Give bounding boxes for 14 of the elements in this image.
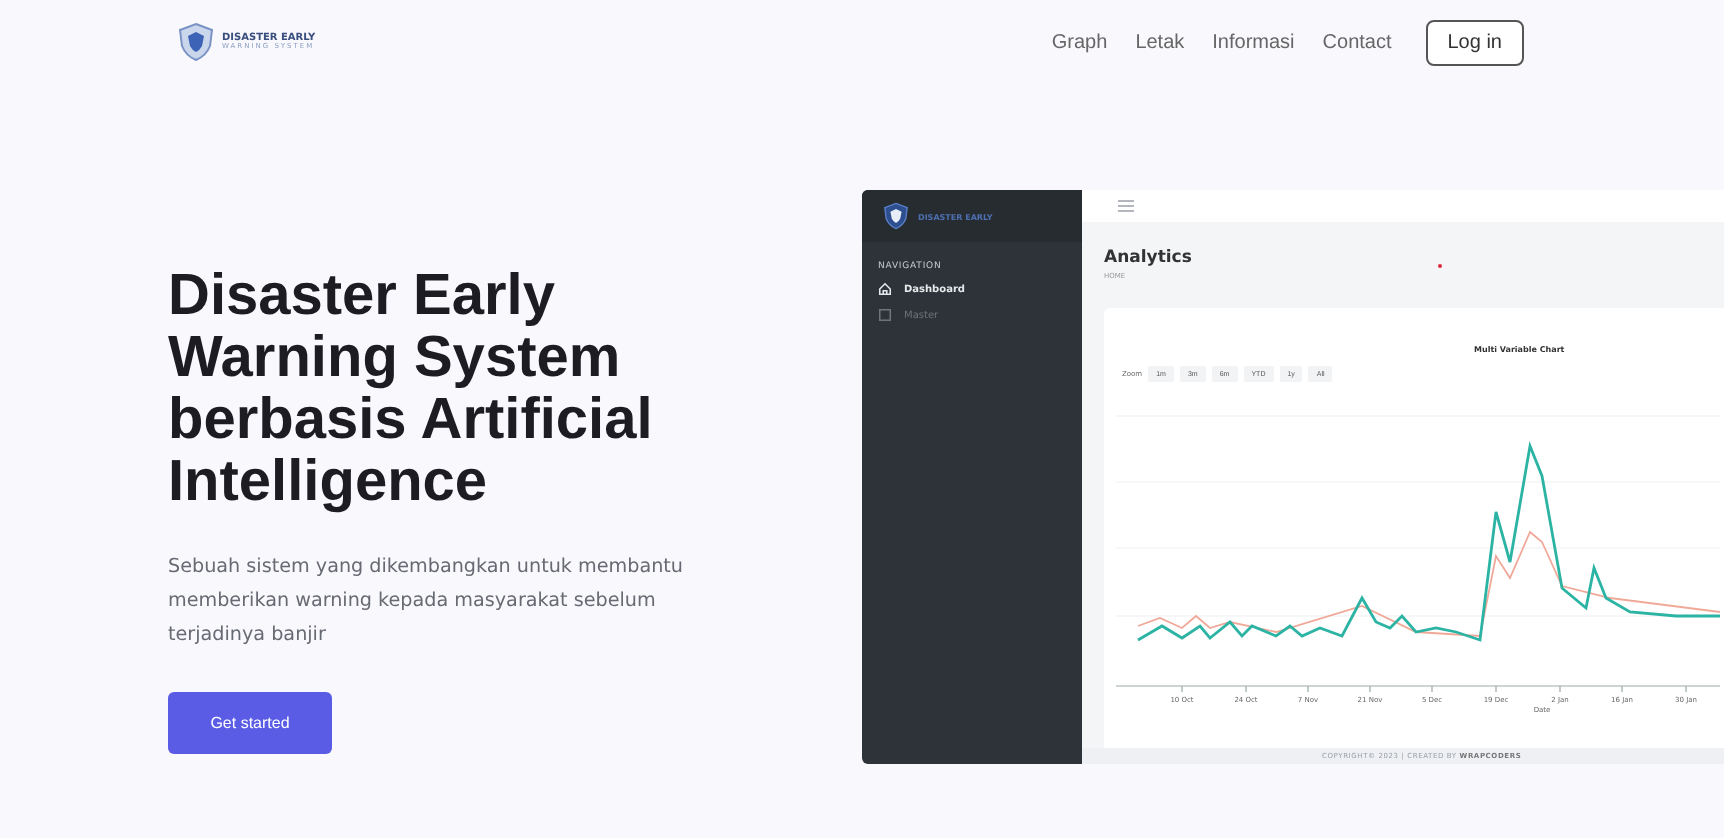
menu-icon[interactable] [1118, 199, 1134, 212]
shield-logo-icon [176, 22, 216, 62]
page-title: Analytics [1104, 247, 1192, 268]
hero-title: Disaster Early Warning System berbasis Artificial Intelligence [168, 266, 655, 514]
nav-link[interactable]: Letak [1135, 31, 1185, 53]
nav-link[interactable]: Contact [1322, 31, 1392, 53]
nav-link[interactable]: Informasi [1212, 31, 1295, 53]
shield-logo-icon [882, 202, 910, 230]
login-button[interactable]: Log in [1425, 19, 1524, 65]
nav-link[interactable]: Graph [1051, 31, 1108, 53]
hero-description: Sebuah sistem yang dikembangkan untuk membantu memberikan warning kepada masyarakat sebelum terjadinya banjir [168, 554, 686, 650]
dot-marker [1437, 263, 1442, 268]
home-icon [878, 282, 892, 296]
get-started-button[interactable]: Get started [168, 692, 332, 754]
